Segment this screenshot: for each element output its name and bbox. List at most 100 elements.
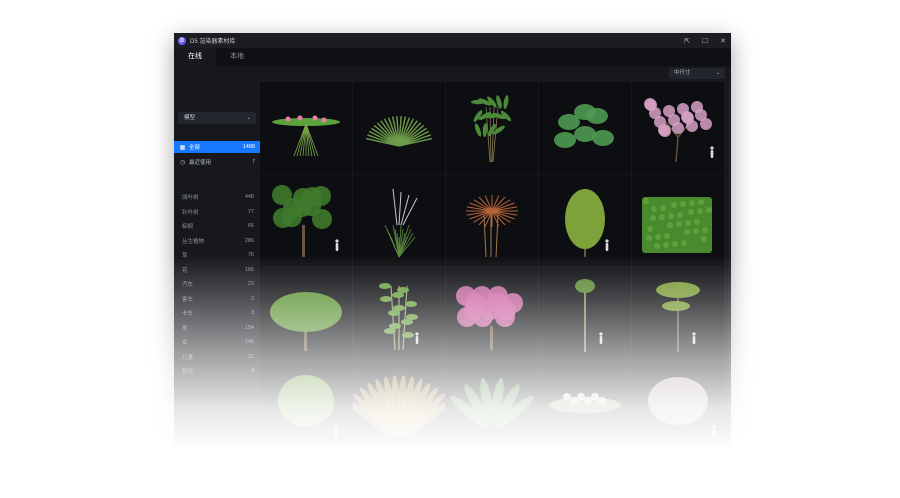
category-count: 21 (247, 353, 254, 360)
category-list: 阔叶树 448 针叶树 77 棕榈 66 丛生植物 286 草 76 花 166 汽车 23 客车 2 卡车 3 男… (174, 190, 260, 379)
category-count: 76 (247, 252, 254, 259)
bushy-tree-icon (278, 375, 338, 437)
sidebar-category-item[interactable]: 针叶树 77 (174, 205, 260, 220)
tab-online[interactable]: 在线 (174, 48, 216, 66)
palm-plant-icon (471, 95, 512, 163)
sidebar-item-recent[interactable]: ◷ 最近使用 7 (174, 156, 260, 168)
category-label: 女 (182, 340, 188, 347)
sidebar-category-item[interactable]: 丛生植物 286 (174, 234, 260, 249)
category-count: 77 (247, 208, 254, 215)
asset-thumbnail[interactable] (446, 175, 538, 267)
pin-icon[interactable]: ⇱ (683, 37, 691, 45)
category-label: 棕榈 (182, 224, 194, 231)
grid-icon: ▦ (179, 144, 186, 151)
asset-thumbnail[interactable] (539, 82, 631, 174)
category-count: 448 (244, 194, 254, 201)
pink-blossom-tree-icon (644, 98, 714, 163)
sidebar-category-item[interactable]: 其他 4 (174, 364, 260, 379)
window-controls: ⇱ ☐ ✕ (683, 33, 727, 48)
asset-type-select[interactable]: 模型 ⌄ (178, 112, 256, 124)
d5-logo-icon: D (178, 36, 186, 45)
category-count: 66 (247, 223, 254, 230)
white-flower-shrub-icon (549, 393, 621, 413)
asset-thumbnail[interactable] (539, 268, 631, 360)
category-label: 卡车 (182, 311, 194, 318)
grass-plume-icon (384, 188, 418, 258)
window-title: D5 渲染器素材库 (190, 39, 236, 45)
asset-thumbnail[interactable] (632, 82, 724, 174)
category-label: 针叶树 (182, 209, 199, 216)
sidebar-category-item[interactable]: 草 76 (174, 248, 260, 263)
broadleaf-tree-icon (272, 185, 339, 257)
category-label: 花 (182, 267, 188, 274)
sidebar-item-label: 最近使用 (189, 160, 212, 166)
sidebar-item-count: 1488 (242, 144, 255, 150)
asset-thumbnail[interactable] (353, 82, 445, 174)
logo-letter: D (180, 37, 184, 44)
acacia-tree-icon (656, 282, 700, 352)
round-tree-icon (270, 292, 342, 351)
category-count: 146 (244, 339, 254, 346)
size-select-value: 中尺寸 (674, 70, 691, 76)
category-count: 3 (250, 310, 254, 317)
asset-thumbnail[interactable] (539, 175, 631, 267)
agave-icon (365, 116, 433, 147)
sidebar-category-item[interactable]: 客车 2 (174, 292, 260, 307)
sidebar-category-item[interactable]: 卡车 3 (174, 306, 260, 321)
category-label: 丛生植物 (182, 238, 205, 245)
title-bar: D D5 渲染器素材库 ⇱ ☐ ✕ (174, 33, 731, 48)
cordyline-icon (466, 195, 518, 258)
tall-thin-tree-icon (575, 279, 603, 352)
asset-thumbnail[interactable] (353, 268, 445, 360)
sidebar-category-item[interactable]: 女 146 (174, 335, 260, 350)
asset-thumbnail[interactable] (632, 361, 724, 453)
sidebar-category-item[interactable]: 儿童 21 (174, 350, 260, 365)
asset-thumbnail[interactable] (446, 268, 538, 360)
asset-grid (260, 82, 728, 453)
sidebar-item-all[interactable]: ▦ 全部 1488 (174, 141, 260, 153)
sidebar-category-item[interactable]: 阔叶树 448 (174, 190, 260, 205)
category-count: 286 (244, 237, 254, 244)
category-count: 2 (250, 295, 254, 302)
thumbnail-size-select[interactable]: 中尺寸 ⌄ (669, 68, 725, 79)
maximize-icon[interactable]: ☐ (701, 37, 709, 45)
asset-thumbnail[interactable] (539, 361, 631, 453)
toolbar: 中尺寸 ⌄ (174, 66, 731, 82)
sidebar-category-item[interactable]: 汽车 23 (174, 277, 260, 292)
asset-thumbnail[interactable] (353, 361, 445, 453)
sidebar-item-count: 7 (251, 159, 255, 165)
category-label: 汽车 (182, 282, 194, 289)
magenta-flower-tree-icon (456, 286, 523, 350)
asset-thumbnail[interactable] (632, 268, 724, 360)
asset-thumbnail[interactable] (632, 175, 724, 267)
asset-thumbnail[interactable] (260, 175, 352, 267)
asset-thumbnail[interactable] (260, 82, 352, 174)
category-count: 166 (244, 266, 254, 273)
category-label: 男 (182, 325, 188, 332)
sidebar-item-label: 全部 (189, 145, 201, 151)
sidebar-category-item[interactable]: 男 154 (174, 321, 260, 336)
category-label: 客车 (182, 296, 194, 303)
category-label: 阔叶树 (182, 195, 199, 202)
sidebar-category-item[interactable]: 棕榈 66 (174, 219, 260, 234)
sidebar-category-item[interactable]: 花 166 (174, 263, 260, 278)
asset-type-value: 模型 (184, 115, 196, 121)
asset-thumbnail[interactable] (260, 361, 352, 453)
hedge-icon (642, 197, 712, 253)
category-label: 其他 (182, 369, 194, 376)
clock-icon: ◷ (179, 159, 186, 166)
asset-thumbnail[interactable] (446, 82, 538, 174)
tropical-plant-icon (450, 377, 534, 428)
source-tabs: 在线 本地 (174, 48, 731, 66)
asset-thumbnail[interactable] (353, 175, 445, 267)
grid-scrollbar[interactable] (728, 82, 731, 453)
category-count: 23 (247, 281, 254, 288)
asset-thumbnail[interactable] (446, 361, 538, 453)
bamboo-icon (379, 283, 419, 351)
asset-thumbnail[interactable] (260, 268, 352, 360)
close-icon[interactable]: ✕ (719, 37, 727, 45)
golden-plant-icon (353, 375, 445, 438)
chevron-down-icon: ⌄ (246, 115, 251, 121)
category-count: 154 (244, 324, 254, 331)
tab-local[interactable]: 本地 (216, 48, 258, 66)
